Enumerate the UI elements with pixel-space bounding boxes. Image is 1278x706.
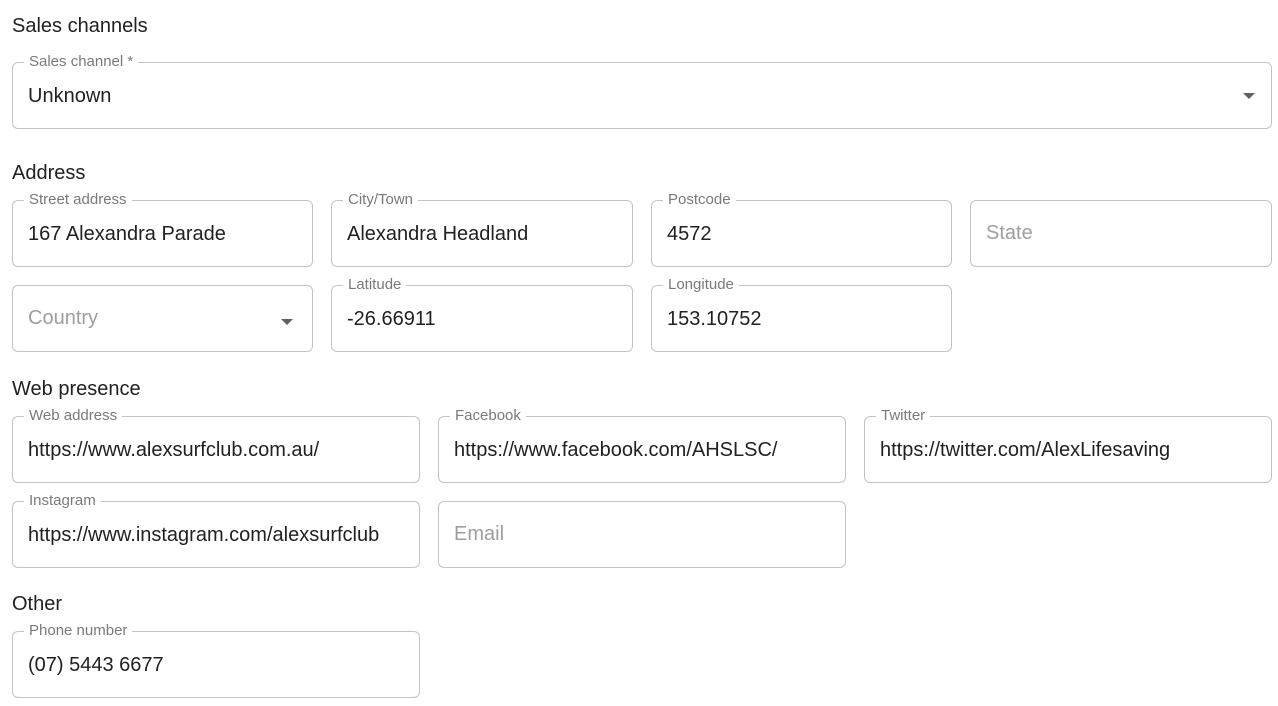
longitude-label: Longitude (663, 276, 739, 294)
street-address-value: 167 Alexandra Parade (28, 223, 226, 245)
instagram-value: https://www.instagram.com/alexsurfclub (28, 524, 380, 546)
web-address-field[interactable]: Web address https://www.alexsurfclub.com… (12, 407, 420, 483)
phone-number-label: Phone number (24, 622, 133, 640)
section-title-other: Other (12, 593, 63, 615)
state-placeholder: State (986, 222, 1033, 244)
sales-channel-value: Unknown (28, 85, 112, 107)
section-title-sales-channels: Sales channels (12, 15, 148, 37)
twitter-value: https://twitter.com/AlexLifesaving (880, 439, 1171, 461)
city-town-value: Alexandra Headland (347, 223, 529, 245)
web-address-value: https://www.alexsurfclub.com.au/ (28, 439, 320, 461)
web-address-label: Web address (24, 407, 123, 425)
latitude-value: -26.66911 (347, 308, 436, 330)
street-address-field[interactable]: Street address 167 Alexandra Parade (12, 191, 313, 267)
postcode-field[interactable]: Postcode 4572 (651, 191, 952, 267)
email-field[interactable]: Email (438, 501, 846, 568)
section-title-address: Address (12, 162, 86, 184)
sales-channel-select[interactable]: Sales channel * Unknown (12, 53, 1272, 129)
sales-channel-label: Sales channel * (24, 53, 139, 71)
facebook-field[interactable]: Facebook https://www.facebook.com/AHSLSC… (438, 407, 846, 483)
longitude-value: 153.10752 (667, 308, 762, 330)
email-placeholder: Email (454, 523, 505, 545)
twitter-field[interactable]: Twitter https://twitter.com/AlexLifesavi… (864, 407, 1272, 483)
city-town-field[interactable]: City/Town Alexandra Headland (331, 191, 633, 267)
city-town-label: City/Town (343, 191, 419, 209)
facebook-label: Facebook (450, 407, 526, 425)
country-select[interactable]: Country (12, 285, 313, 352)
caret-down-icon (281, 319, 293, 325)
longitude-field[interactable]: Longitude 153.10752 (651, 276, 952, 352)
phone-number-field[interactable]: Phone number (07) 5443 6677 (12, 622, 420, 698)
street-address-label: Street address (24, 191, 132, 209)
form-page: Sales channels Sales channel * Unknown A… (0, 0, 1278, 706)
state-field[interactable]: State (970, 200, 1272, 267)
caret-down-icon (1243, 93, 1255, 99)
latitude-label: Latitude (343, 276, 407, 294)
section-title-web-presence: Web presence (12, 378, 141, 400)
postcode-label: Postcode (663, 191, 736, 209)
instagram-label: Instagram (24, 492, 101, 510)
latitude-field[interactable]: Latitude -26.66911 (331, 276, 633, 352)
twitter-label: Twitter (876, 407, 931, 425)
instagram-field[interactable]: Instagram https://www.instagram.com/alex… (12, 492, 420, 568)
phone-number-value: (07) 5443 6677 (28, 654, 164, 676)
postcode-value: 4572 (667, 223, 712, 245)
country-placeholder: Country (28, 307, 99, 329)
facebook-value: https://www.facebook.com/AHSLSC/ (454, 439, 778, 461)
